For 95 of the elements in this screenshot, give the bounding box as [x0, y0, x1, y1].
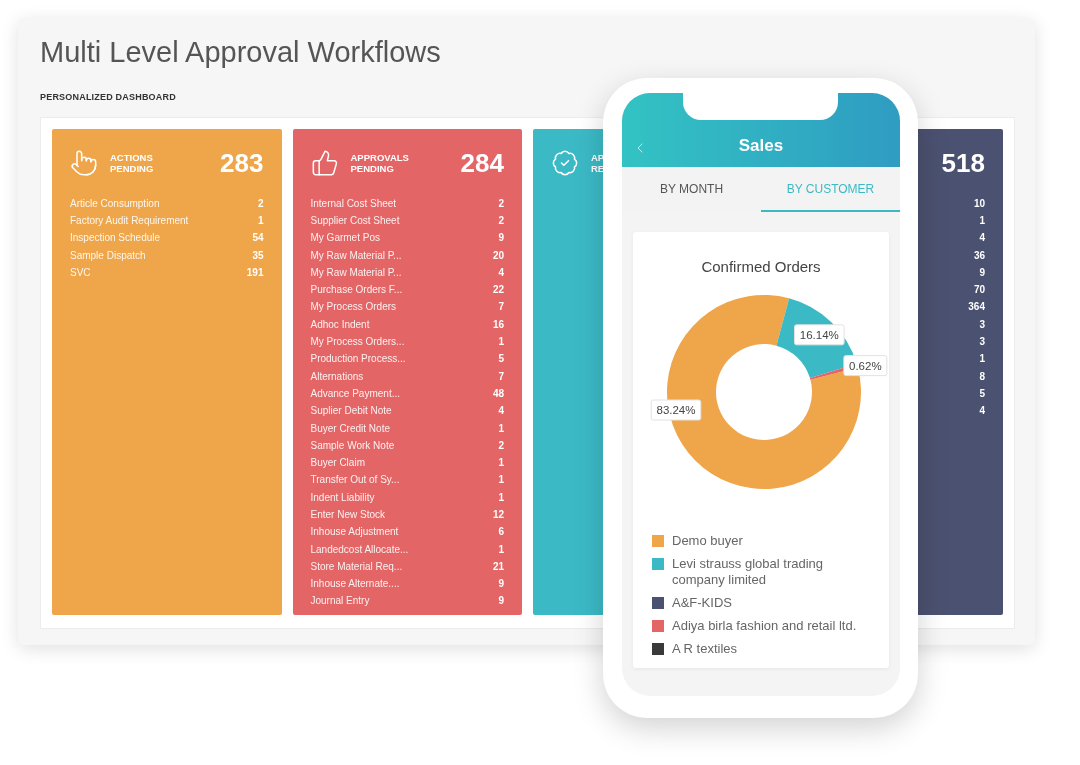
row-label: Alternations	[310, 369, 364, 384]
row-count: 9	[498, 577, 504, 592]
data-label: 16.14%	[799, 328, 839, 341]
row-count: 8	[979, 369, 985, 384]
legend-label: Demo buyer	[672, 532, 744, 549]
row-label: My Process Orders	[310, 300, 397, 315]
row-label: Enter New Stock	[310, 508, 385, 522]
value-label: 0.62%	[843, 354, 888, 376]
row-label: Sample Dispatch	[70, 248, 146, 263]
row-count: 2	[498, 196, 504, 211]
legend-label: A&F-KIDS	[672, 594, 733, 611]
legend-label: Levi strauss global trading company limited	[672, 555, 825, 588]
row-count: 12	[492, 508, 504, 522]
row-label: Buyer Credit Note	[310, 421, 390, 436]
row-count: 191	[246, 265, 264, 280]
row-count: 9	[979, 265, 985, 280]
screen-title: Sales	[738, 134, 784, 157]
card-label: PENDING	[110, 162, 154, 174]
row-label: Store Material Req...	[310, 559, 403, 574]
row-count: 1	[498, 456, 504, 471]
data-label: 83.24%	[656, 403, 696, 416]
row-label: My Garmet Pos	[310, 231, 380, 246]
row-count: 36	[973, 248, 985, 263]
row-label: Supplier Cost Sheet	[310, 213, 400, 228]
value-label: 16.14%	[794, 323, 845, 345]
row-count: 9	[498, 594, 504, 609]
row-label: Buyer Claim	[310, 456, 365, 471]
row-label: Article Consumption	[70, 196, 160, 211]
row-label: Inhouse Adjustment	[310, 525, 399, 540]
row-label: Transfer Out of Sy...	[310, 473, 400, 488]
row-count: 1	[979, 213, 985, 228]
card-label: APPROVALS	[350, 151, 409, 163]
row-count: 1	[498, 421, 504, 436]
row-count: 7	[498, 300, 504, 315]
card-count: 284	[460, 149, 504, 176]
card-count: 518	[941, 149, 985, 176]
row-count: 22	[492, 283, 504, 298]
row-count: 5	[498, 352, 504, 367]
row-label: My Raw Material P...	[310, 265, 402, 280]
row-label: Inhouse Alternate....	[310, 577, 400, 592]
row-count: 9	[498, 231, 504, 246]
row-label: Suplier Debit Note	[310, 404, 392, 419]
value-label: 83.24%	[650, 399, 702, 420]
row-label: Indent Liability	[310, 490, 375, 505]
row-count: 5	[979, 386, 985, 401]
row-count: 4	[979, 404, 985, 419]
data-label: 0.62%	[849, 359, 882, 372]
row-label: Internal Cost Sheet	[310, 196, 397, 211]
row-count: 1	[498, 542, 504, 557]
card-label: ACTIONS	[110, 151, 154, 163]
card-count: 283	[220, 149, 264, 176]
row-count: 3	[979, 317, 985, 332]
row-label: Inspection Schedule	[70, 231, 161, 246]
row-count: 1	[498, 335, 504, 349]
row-label: Production Process...	[310, 352, 406, 367]
row-count: 48	[492, 386, 504, 401]
row-count: 20	[492, 248, 504, 263]
row-label: My Raw Material P...	[310, 248, 402, 263]
row-count: 6	[498, 525, 504, 540]
row-count: 7	[498, 369, 504, 384]
row-count: 21	[492, 559, 504, 574]
row-count: 10	[973, 196, 985, 211]
row-label: Purchase Orders F...	[310, 283, 403, 298]
row-label: My Process Orders...	[310, 335, 405, 349]
row-count: 54	[252, 231, 264, 246]
row-count: 1	[257, 213, 264, 228]
row-count: 70	[973, 283, 985, 298]
row-count: 4	[979, 231, 985, 246]
row-label: Landedcost Allocate...	[310, 542, 409, 557]
row-count: 16	[492, 317, 504, 332]
chart-title: Confirmed Orders	[701, 257, 821, 277]
row-count: 35	[252, 248, 264, 263]
row-count: 364	[968, 300, 985, 315]
row-count: 4	[498, 265, 504, 280]
row-label: Advance Payment...	[310, 386, 400, 401]
tab[interactable]: BY MONTH	[622, 167, 761, 212]
card-label: RE	[591, 162, 605, 174]
row-count: 1	[498, 473, 504, 488]
row-count: 2	[498, 438, 504, 453]
row-count: 2	[498, 213, 504, 228]
row-count: 1	[498, 490, 504, 505]
section-label: PERSONALIZED DASHBOARD	[40, 91, 177, 104]
card-label: PENDING	[350, 162, 395, 174]
row-label: SVC	[70, 265, 91, 280]
row-label: Journal Entry	[310, 594, 370, 609]
row-count: 1	[979, 352, 985, 367]
row-label: Sample Work Note	[310, 438, 395, 453]
row-label: Adhoc Indent	[310, 317, 370, 332]
row-label: Factory Audit Requirement	[70, 213, 189, 228]
legend-label: Adiya birla fashion and retail ltd.	[672, 617, 858, 634]
row-count: 4	[498, 404, 504, 419]
row-count: 3	[979, 335, 985, 349]
legend-label: A R textiles	[672, 640, 739, 657]
row-count: 2	[257, 196, 264, 211]
page-title: Multi Level Approval Workflows	[40, 35, 442, 70]
